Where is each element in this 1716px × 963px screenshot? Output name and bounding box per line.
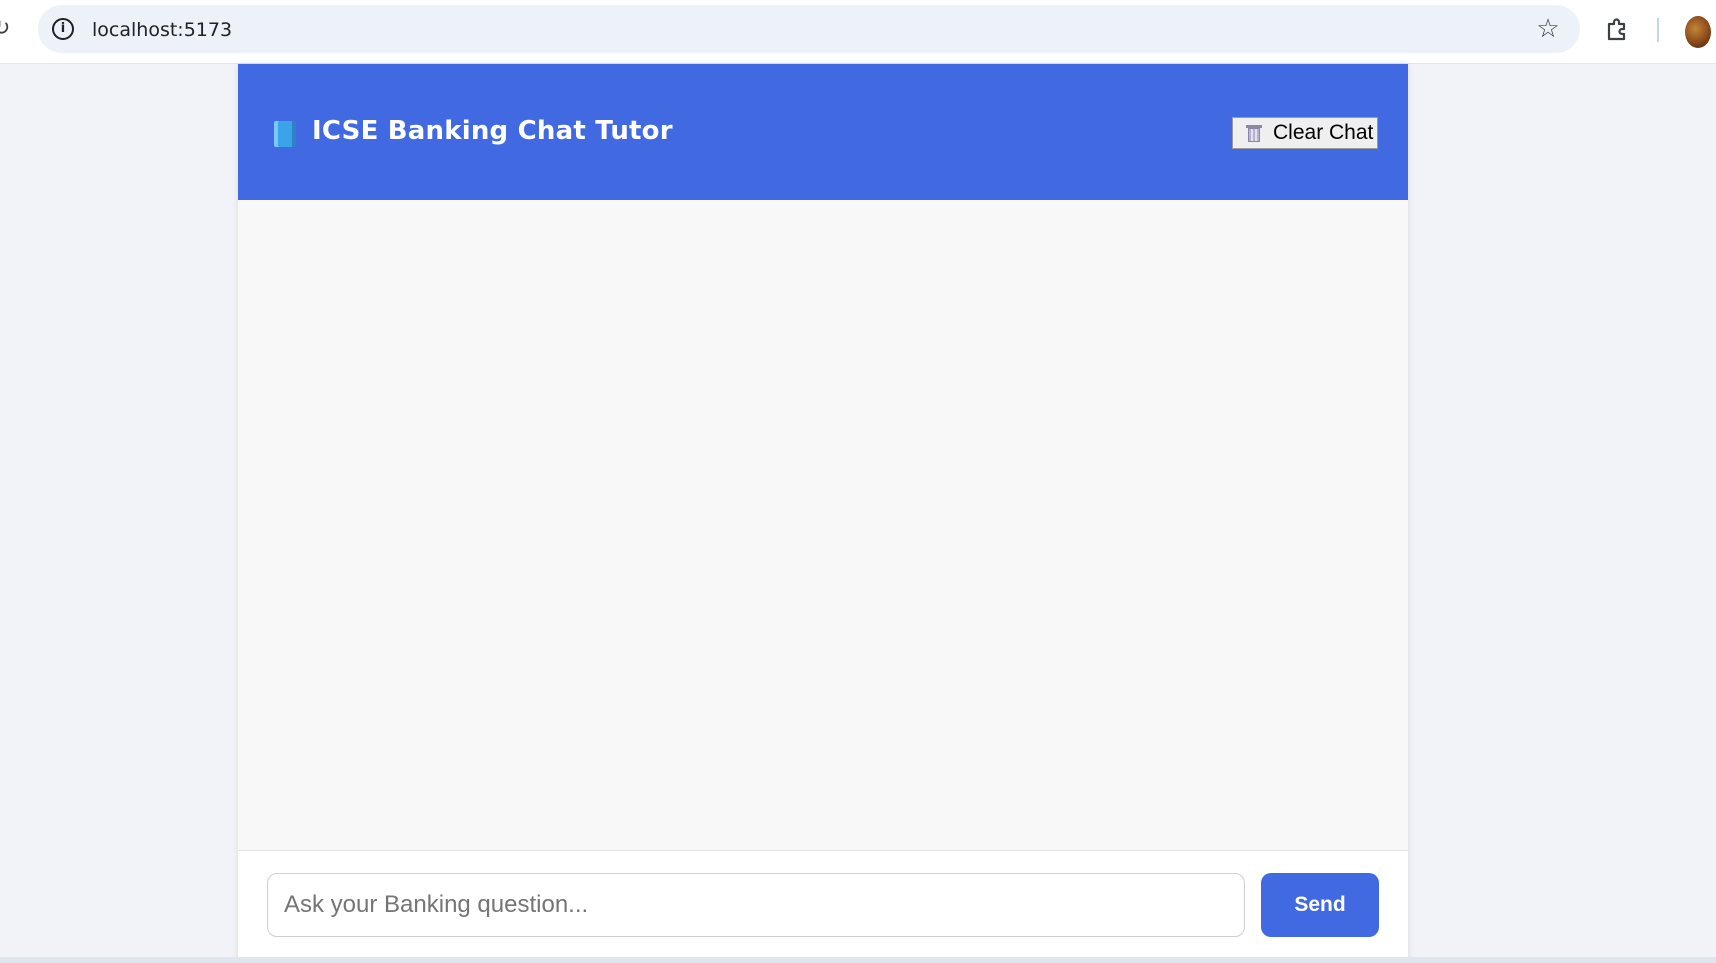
clear-chat-label: Clear Chat <box>1273 121 1374 144</box>
blue-book-icon <box>274 121 296 147</box>
app-header: ICSE Banking Chat Tutor Clear Chat <box>238 64 1408 200</box>
url-text[interactable]: localhost:5173 <box>92 19 232 41</box>
window-bottom-edge <box>0 957 1716 963</box>
profile-avatar[interactable] <box>1685 16 1711 48</box>
chat-app: ICSE Banking Chat Tutor Clear Chat Send <box>238 64 1408 963</box>
question-input[interactable] <box>267 873 1245 937</box>
send-button[interactable]: Send <box>1261 873 1379 937</box>
address-bar[interactable]: i localhost:5173 ☆ <box>38 5 1580 53</box>
composer-bar: Send <box>238 850 1408 963</box>
reload-icon[interactable]: ↻ <box>0 18 14 40</box>
toolbar-divider <box>1657 18 1659 42</box>
extensions-icon[interactable] <box>1603 15 1631 43</box>
clear-chat-button[interactable]: Clear Chat <box>1232 117 1378 149</box>
page-title: ICSE Banking Chat Tutor <box>312 116 673 146</box>
bookmark-star-icon[interactable]: ☆ <box>1534 15 1562 43</box>
chat-messages[interactable] <box>238 200 1408 850</box>
browser-toolbar: ↻ i localhost:5173 ☆ <box>0 0 1716 64</box>
site-info-icon[interactable]: i <box>52 18 74 40</box>
wastebasket-icon <box>1245 123 1263 143</box>
